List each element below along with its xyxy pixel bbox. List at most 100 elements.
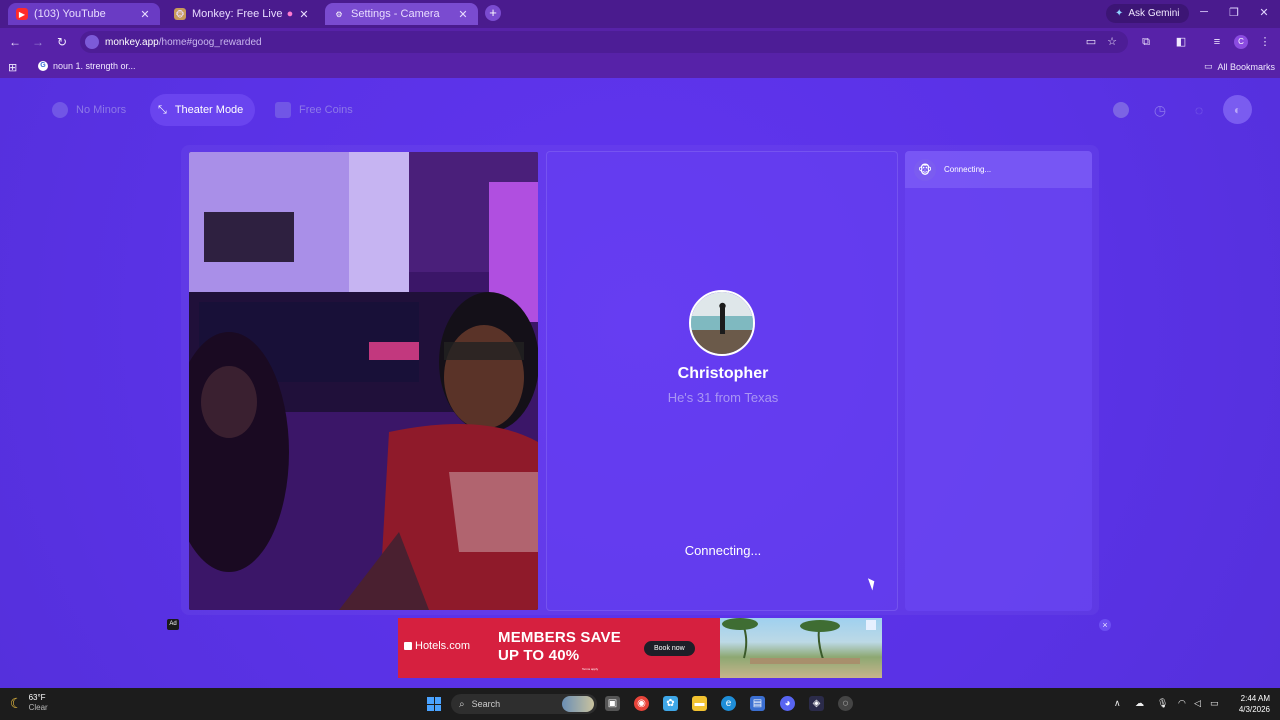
forward-icon[interactable]: →: [30, 34, 46, 50]
menu-icon[interactable]: ⋮: [1258, 35, 1272, 49]
connection-status: Connecting...: [684, 543, 762, 558]
close-icon[interactable]: ✕: [456, 8, 470, 21]
close-icon[interactable]: ✕: [297, 8, 311, 21]
restore-icon[interactable]: ❐: [1227, 6, 1241, 19]
hotels-logo-icon: [404, 642, 412, 650]
file-explorer-icon[interactable]: ▬: [692, 696, 707, 711]
ad-headline: MEMBERS SAVE UP TO 40%: [498, 629, 621, 665]
user-profile-icon[interactable]: ◐: [1223, 95, 1252, 124]
bookmarks-bar: [0, 56, 1280, 78]
monkey-app-page: No Minors ⤡ Theater Mode Free Coins ◷ ◌ …: [0, 78, 1280, 688]
taskbar: ☾ 63°F Clear ⌕ Search ▣ ◉ ✿ ▬ e ▤ ◕ ◈ ◌ …: [0, 688, 1280, 720]
url-host: monkey.app: [105, 36, 159, 48]
cast-icon[interactable]: ▭: [1084, 35, 1098, 49]
free-coins-button[interactable]: Free Coins: [267, 94, 365, 126]
folder-icon: ▭: [1204, 61, 1213, 71]
theater-mode-toggle[interactable]: ⤡ Theater Mode: [150, 94, 256, 126]
monkey-icon: 🐵: [914, 158, 936, 181]
copilot-icon[interactable]: ✿: [663, 696, 678, 711]
microphone-icon[interactable]: 🎙: [1157, 698, 1168, 709]
gemini-sparkle-icon: ✦: [1115, 8, 1124, 19]
bookmark-item[interactable]: G noun 1. strength or...: [38, 61, 136, 71]
site-info-icon[interactable]: [85, 35, 99, 49]
tab-youtube[interactable]: ▶ (103) YouTube ✕: [8, 3, 160, 25]
ad-close-button[interactable]: ×: [1099, 619, 1111, 631]
book-now-button[interactable]: Book now: [644, 641, 695, 656]
all-bookmarks-label: All Bookmarks: [1217, 61, 1276, 72]
gear-icon: ⚙: [335, 9, 343, 19]
windows-start-icon[interactable]: [427, 697, 441, 711]
ad-banner[interactable]: Hotels.com MEMBERS SAVE UP TO 40% Book n…: [398, 618, 882, 678]
url-path: /home#goog_rewarded: [158, 36, 262, 48]
match-subtitle: He's 31 from Texas: [667, 390, 779, 405]
clock-time: 2:44 AM: [1240, 694, 1270, 703]
close-icon[interactable]: ✕: [138, 8, 152, 21]
tab-title: Monkey: Free Live Video Ch: [192, 8, 283, 20]
hotels-logo: Hotels.com: [404, 640, 470, 652]
ask-gemini-label: Ask Gemini: [1128, 8, 1180, 19]
wifi-icon[interactable]: ◠: [1178, 698, 1186, 709]
reload-icon[interactable]: ↻: [54, 34, 70, 50]
apps-grid-icon[interactable]: ⊞: [8, 61, 17, 74]
store-icon[interactable]: ▤: [750, 696, 765, 711]
chat-status-row: 🐵 Connecting...: [905, 151, 1092, 188]
history-icon[interactable]: ◷: [1148, 98, 1172, 122]
moon-icon: ☾: [10, 694, 23, 711]
back-icon[interactable]: ←: [7, 34, 23, 50]
new-tab-button[interactable]: +: [485, 5, 501, 21]
address-bar[interactable]: monkey.app /home#goog_rewarded: [80, 31, 1128, 53]
search-highlight-art: [562, 696, 594, 712]
match-name: Christopher: [677, 365, 769, 382]
google-icon: G: [38, 61, 48, 71]
search-placeholder: Search: [471, 699, 501, 709]
ad-terms: Terms apply: [582, 667, 599, 671]
discord-icon[interactable]: ◕: [780, 696, 795, 711]
volume-icon[interactable]: ◁: [1194, 698, 1201, 709]
ask-gemini-button[interactable]: ✦ Ask Gemini: [1106, 4, 1189, 23]
all-bookmarks-button[interactable]: ▭ All Bookmarks: [1204, 61, 1275, 72]
clock-date: 4/3/2026: [1238, 705, 1270, 714]
webcam-image: [189, 152, 538, 610]
chat-panel: 🐵 Connecting...: [905, 151, 1092, 611]
friends-icon[interactable]: [1109, 98, 1133, 122]
messages-icon[interactable]: ◌: [1187, 98, 1211, 122]
monkey-icon: 🐵: [174, 8, 186, 20]
sidebar-icon[interactable]: ◧: [1174, 35, 1188, 49]
chrome-icon[interactable]: ◉: [634, 696, 649, 711]
ad-brand: Hotels.com: [415, 640, 471, 652]
tab-settings-camera[interactable]: ⚙ Settings - Camera ✕: [325, 3, 478, 25]
free-coins-label: Free Coins: [299, 104, 353, 116]
reading-list-icon[interactable]: ≡: [1210, 35, 1224, 49]
window-close-icon[interactable]: ✕: [1257, 6, 1271, 19]
app-icon[interactable]: ◈: [809, 696, 824, 711]
resort-photo: [720, 618, 882, 678]
task-view-icon[interactable]: ▣: [605, 696, 620, 711]
ad-headline-line1: MEMBERS SAVE: [498, 629, 621, 646]
local-video-feed: [189, 152, 538, 610]
recording-indicator-icon: ●: [286, 8, 294, 20]
app-icon-2[interactable]: ◌: [838, 696, 853, 711]
bookmark-star-icon[interactable]: ☆: [1105, 35, 1119, 49]
edge-icon[interactable]: e: [721, 696, 736, 711]
tab-strip: ▶ (103) YouTube ✕ 🐵 Monkey: Free Live Vi…: [0, 0, 1280, 28]
system-clock[interactable]: 2:44 AM 4/3/2026: [1232, 693, 1270, 715]
ad-headline-line2: UP TO 40%: [498, 647, 580, 664]
extensions-icon[interactable]: ⧉: [1139, 35, 1153, 49]
youtube-icon: ▶: [16, 8, 28, 20]
tray-chevron-icon[interactable]: ∧: [1114, 698, 1121, 709]
profile-avatar[interactable]: C: [1234, 35, 1248, 49]
coins-icon: [275, 102, 291, 118]
no-minors-icon: [52, 102, 68, 118]
battery-icon[interactable]: ▭: [1210, 698, 1219, 709]
weather-desc: Clear: [28, 703, 48, 712]
search-icon: ⌕: [459, 698, 465, 710]
onedrive-icon[interactable]: ☁: [1135, 698, 1144, 709]
minimize-icon[interactable]: ─: [1197, 6, 1211, 18]
tab-monkey[interactable]: 🐵 Monkey: Free Live Video Ch ● ✕: [166, 3, 319, 25]
no-minors-toggle[interactable]: No Minors: [44, 94, 138, 126]
match-avatar: [689, 290, 755, 356]
tab-title: (103) YouTube: [34, 8, 106, 20]
ad-label: Ad: [167, 619, 179, 630]
taskbar-search[interactable]: ⌕ Search: [451, 694, 597, 714]
weather-widget[interactable]: ☾ 63°F Clear: [10, 693, 48, 713]
